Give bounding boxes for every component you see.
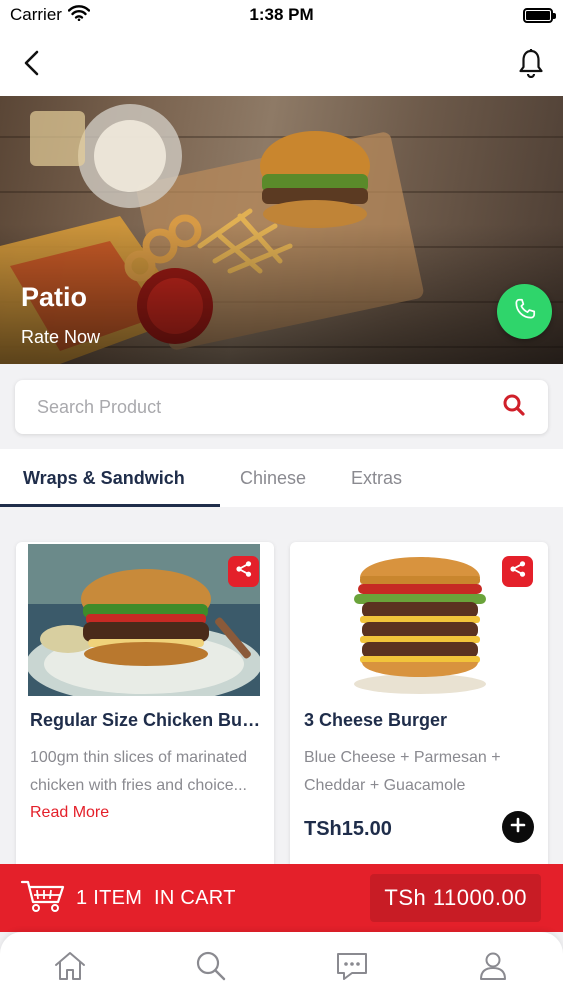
phone-icon	[512, 296, 538, 327]
search-input[interactable]	[37, 396, 437, 418]
user-icon[interactable]	[471, 944, 515, 988]
category-tabs: Wraps & Sandwich Chinese Extras	[0, 449, 563, 507]
cart-icon	[20, 878, 66, 919]
rate-now-link[interactable]: Rate Now	[21, 327, 100, 348]
product-card[interactable]: Regular Size Chicken Burger 100gm thin s…	[16, 542, 274, 882]
product-price: TSh15.00	[304, 818, 392, 840]
cart-bar[interactable]: 1 ITEM IN CART TSh 11000.00	[0, 864, 563, 932]
restaurant-name: Patio	[21, 282, 88, 312]
search-icon[interactable]	[502, 393, 526, 422]
cart-count-label: 1 ITEM IN CART	[76, 886, 236, 909]
active-tab-indicator	[0, 504, 220, 507]
tab-wraps-sandwich[interactable]: Wraps & Sandwich	[23, 449, 185, 507]
share-button[interactable]	[502, 556, 533, 587]
wifi-icon	[67, 4, 91, 26]
restaurant-banner: Patio Rate Now	[0, 96, 563, 364]
product-title: 3 Cheese Burger	[304, 710, 448, 730]
tab-chinese[interactable]: Chinese	[240, 449, 306, 507]
product-description: 100gm thin slices of marinated chicken w…	[30, 744, 262, 827]
product-title: Regular Size Chicken Burger	[30, 710, 262, 730]
product-card[interactable]: 3 Cheese Burger Blue Cheese + Parmesan +…	[290, 542, 548, 882]
search-box	[15, 380, 548, 434]
call-button[interactable]	[497, 284, 552, 339]
search-icon[interactable]	[189, 944, 233, 988]
share-icon	[235, 560, 253, 583]
product-description: Blue Cheese + Parmesan + Cheddar + Guaca…	[304, 749, 501, 794]
product-description-text: 100gm thin slices of marinated chicken w…	[30, 749, 247, 794]
share-button[interactable]	[228, 556, 259, 587]
bottom-nav	[0, 932, 563, 1000]
tab-extras[interactable]: Extras	[351, 449, 402, 507]
add-to-cart-button[interactable]	[502, 811, 534, 843]
top-nav-bar	[0, 30, 563, 96]
cart-total: TSh 11000.00	[370, 874, 541, 922]
carrier-label: Carrier	[10, 5, 62, 24]
chat-icon[interactable]	[330, 944, 374, 988]
home-icon[interactable]	[48, 944, 92, 988]
read-more-link[interactable]: Read More	[30, 804, 109, 821]
battery-icon	[523, 7, 556, 23]
bell-icon[interactable]	[513, 45, 549, 81]
share-icon	[509, 560, 527, 583]
product-image	[28, 544, 260, 696]
plus-icon	[510, 817, 526, 838]
status-bar: Carrier 1:38 PM	[0, 0, 563, 30]
status-left: Carrier	[10, 4, 91, 26]
chevron-left-icon[interactable]	[14, 45, 50, 81]
product-image	[302, 544, 534, 696]
